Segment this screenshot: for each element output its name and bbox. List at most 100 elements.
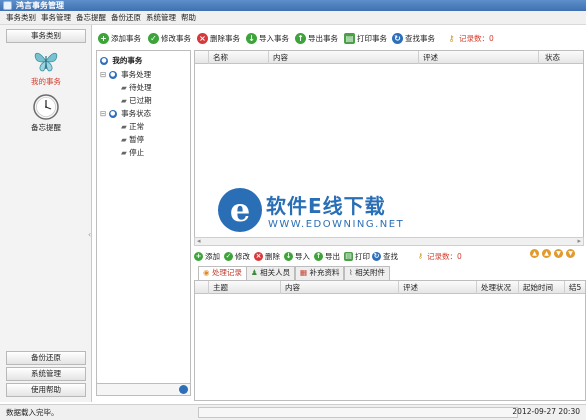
menu-item-backup[interactable]: 备份还原 [111, 11, 141, 25]
menu-item-system[interactable]: 系统管理 [146, 11, 176, 25]
edit-label: 修改 [235, 251, 250, 261]
column-header-process-status[interactable]: 处理状况 [477, 281, 519, 294]
move-bottom-icon[interactable]: ▼ [566, 249, 575, 258]
column-header-review[interactable]: 评述 [419, 51, 539, 64]
left-panel: 事务类别 我的事务 备忘提醒 ‹ 备份还原 系统管理 使用帮助 [0, 25, 92, 402]
column-header-start-time[interactable]: 起始时间 [519, 281, 565, 294]
detail-record-count-label: 记录数：0 [427, 251, 462, 261]
tree-group-processing[interactable]: ⊟ ● 事务处理 [100, 69, 151, 80]
tab-attachments[interactable]: ⌇ 相关附件 [344, 266, 391, 280]
window-title: 鸿言事务管理 [16, 1, 64, 10]
expand-icon: ⊟ [100, 70, 107, 79]
tree-item-label: 待处理 [129, 83, 152, 92]
edit-affair-label: 修改事务 [161, 33, 191, 43]
column-header-review[interactable]: 评述 [399, 281, 477, 294]
row-header-cell [195, 281, 209, 294]
delete-label: 删除 [265, 251, 280, 261]
row-header-cell [195, 51, 209, 64]
tree-item-normal[interactable]: ▰ 正常 [121, 121, 144, 132]
tab-label: 补充资料 [309, 268, 340, 277]
column-header-content[interactable]: 内容 [281, 281, 399, 294]
export-affair-label: 导出事务 [308, 33, 338, 43]
tree-scrollbar[interactable] [96, 383, 191, 396]
tree-group-label: 事务处理 [121, 70, 152, 79]
column-header-subject[interactable]: 主题 [209, 281, 281, 294]
delete-icon: × [254, 251, 263, 261]
print-affair-button[interactable]: ▤ 打印事务 [344, 31, 387, 45]
print-icon: ▤ [344, 251, 353, 261]
import-button[interactable]: ↓ 导入 [284, 249, 310, 263]
document-icon: ▦ [300, 268, 308, 277]
tree-item-expired[interactable]: ▰ 已过期 [121, 95, 152, 106]
column-header-content[interactable]: 内容 [269, 51, 419, 64]
tree-item-stopped[interactable]: ▰ 停止 [121, 147, 144, 158]
refresh-icon[interactable] [179, 385, 188, 394]
expand-icon: ⊟ [100, 109, 107, 118]
column-header-name[interactable]: 名称 [209, 51, 269, 64]
menu-item-reminder[interactable]: 备忘提醒 [76, 11, 106, 25]
print-button[interactable]: ▤ 打印 [344, 249, 370, 263]
edit-affair-button[interactable]: ✓ 修改事务 [148, 31, 191, 45]
sidebar-header[interactable]: 事务类别 [6, 29, 86, 43]
delete-button[interactable]: × 删除 [254, 249, 280, 263]
add-affair-button[interactable]: + 添加事务 [98, 31, 141, 45]
tree-item-paused[interactable]: ▰ 暂停 [121, 134, 144, 145]
sidebar-item-label: 备忘提醒 [31, 123, 61, 132]
help-button[interactable]: 使用帮助 [6, 383, 86, 397]
scroll-left-icon[interactable]: ◂ [197, 237, 201, 245]
search-label: 查找 [383, 251, 398, 261]
tree-item-label: 正常 [129, 122, 145, 131]
tab-related-people[interactable]: ♟ 相关人员 [246, 266, 296, 280]
export-affair-button[interactable]: ↑ 导出事务 [295, 31, 338, 45]
delete-affair-label: 删除事务 [210, 33, 240, 43]
status-datetime: 2012-09-27 20:30 [512, 407, 580, 416]
menu-item-manage[interactable]: 事务管理 [41, 11, 71, 25]
tree-root[interactable]: ● 我的事务 [100, 55, 142, 66]
main-toolbar: + 添加事务 ✓ 修改事务 × 删除事务 ↓ 导入事务 ↑ 导出事务 ▤ 打印事务 ↻ 查找事… [96, 28, 586, 48]
sidebar-item-my-affairs[interactable]: 我的事务 [8, 47, 84, 87]
tab-label: 相关附件 [355, 268, 386, 277]
move-top-icon[interactable]: ▲ [542, 249, 551, 258]
column-header-end[interactable]: 结5 [565, 281, 585, 294]
add-button[interactable]: + 添加 [194, 249, 220, 263]
edit-button[interactable]: ✓ 修改 [224, 249, 250, 263]
status-bar: 数据载入完毕。 2012-09-27 20:30 [0, 404, 586, 420]
tree-group-status[interactable]: ⊟ ● 事务状态 [100, 108, 151, 119]
tab-processing-records[interactable]: ◉ 处理记录 [198, 266, 247, 280]
tab-label: 相关人员 [260, 268, 291, 277]
add-label: 添加 [205, 251, 220, 261]
folder-icon: ▰ [121, 96, 127, 105]
search-icon: ↻ [392, 32, 403, 44]
move-up-icon[interactable]: ▲ [530, 249, 539, 258]
menu-item-help[interactable]: 帮助 [181, 11, 196, 25]
search-affair-button[interactable]: ↻ 查找事务 [392, 31, 435, 45]
move-down-icon[interactable]: ▼ [554, 249, 563, 258]
tab-supplementary[interactable]: ▦ 补充资料 [295, 266, 345, 280]
menu-bar: 事务类别 事务管理 备忘提醒 备份还原 系统管理 帮助 [0, 11, 586, 25]
backup-button[interactable]: 备份还原 [6, 351, 86, 365]
search-affair-label: 查找事务 [405, 33, 435, 43]
record-count: ⚷ 记录数：0 [446, 31, 494, 45]
collapse-arrow-icon[interactable]: ‹ [88, 230, 91, 239]
scroll-right-icon[interactable]: ▸ [577, 237, 581, 245]
watermark: e 软件E线下载 WWW.EDOWNING.NET [218, 186, 418, 246]
sidebar-item-reminder[interactable]: 备忘提醒 [8, 93, 84, 133]
tab-label: 处理记录 [211, 268, 242, 277]
tree-item-label: 停止 [129, 148, 145, 157]
print-affair-label: 打印事务 [357, 33, 387, 43]
import-affair-button[interactable]: ↓ 导入事务 [246, 31, 289, 45]
tree-item-pending[interactable]: ▰ 待处理 [121, 82, 152, 93]
butterfly-icon [34, 52, 58, 72]
category-tree: ● 我的事务 ⊟ ● 事务处理 ▰ 待处理 ▰ 已过期 ⊟ ● 事务状态 ▰ 正… [96, 50, 191, 396]
menu-item-category[interactable]: 事务类别 [6, 11, 36, 25]
export-button[interactable]: ↑ 导出 [314, 249, 340, 263]
column-header-status[interactable]: 状态 [539, 51, 583, 64]
edit-icon: ✓ [148, 32, 159, 44]
delete-affair-button[interactable]: × 删除事务 [197, 31, 240, 45]
search-button[interactable]: ↻ 查找 [372, 249, 398, 263]
print-label: 打印 [355, 251, 370, 261]
export-icon: ↑ [295, 32, 306, 44]
edit-icon: ✓ [224, 251, 233, 261]
system-button[interactable]: 系统管理 [6, 367, 86, 381]
tree-item-label: 已过期 [129, 96, 152, 105]
